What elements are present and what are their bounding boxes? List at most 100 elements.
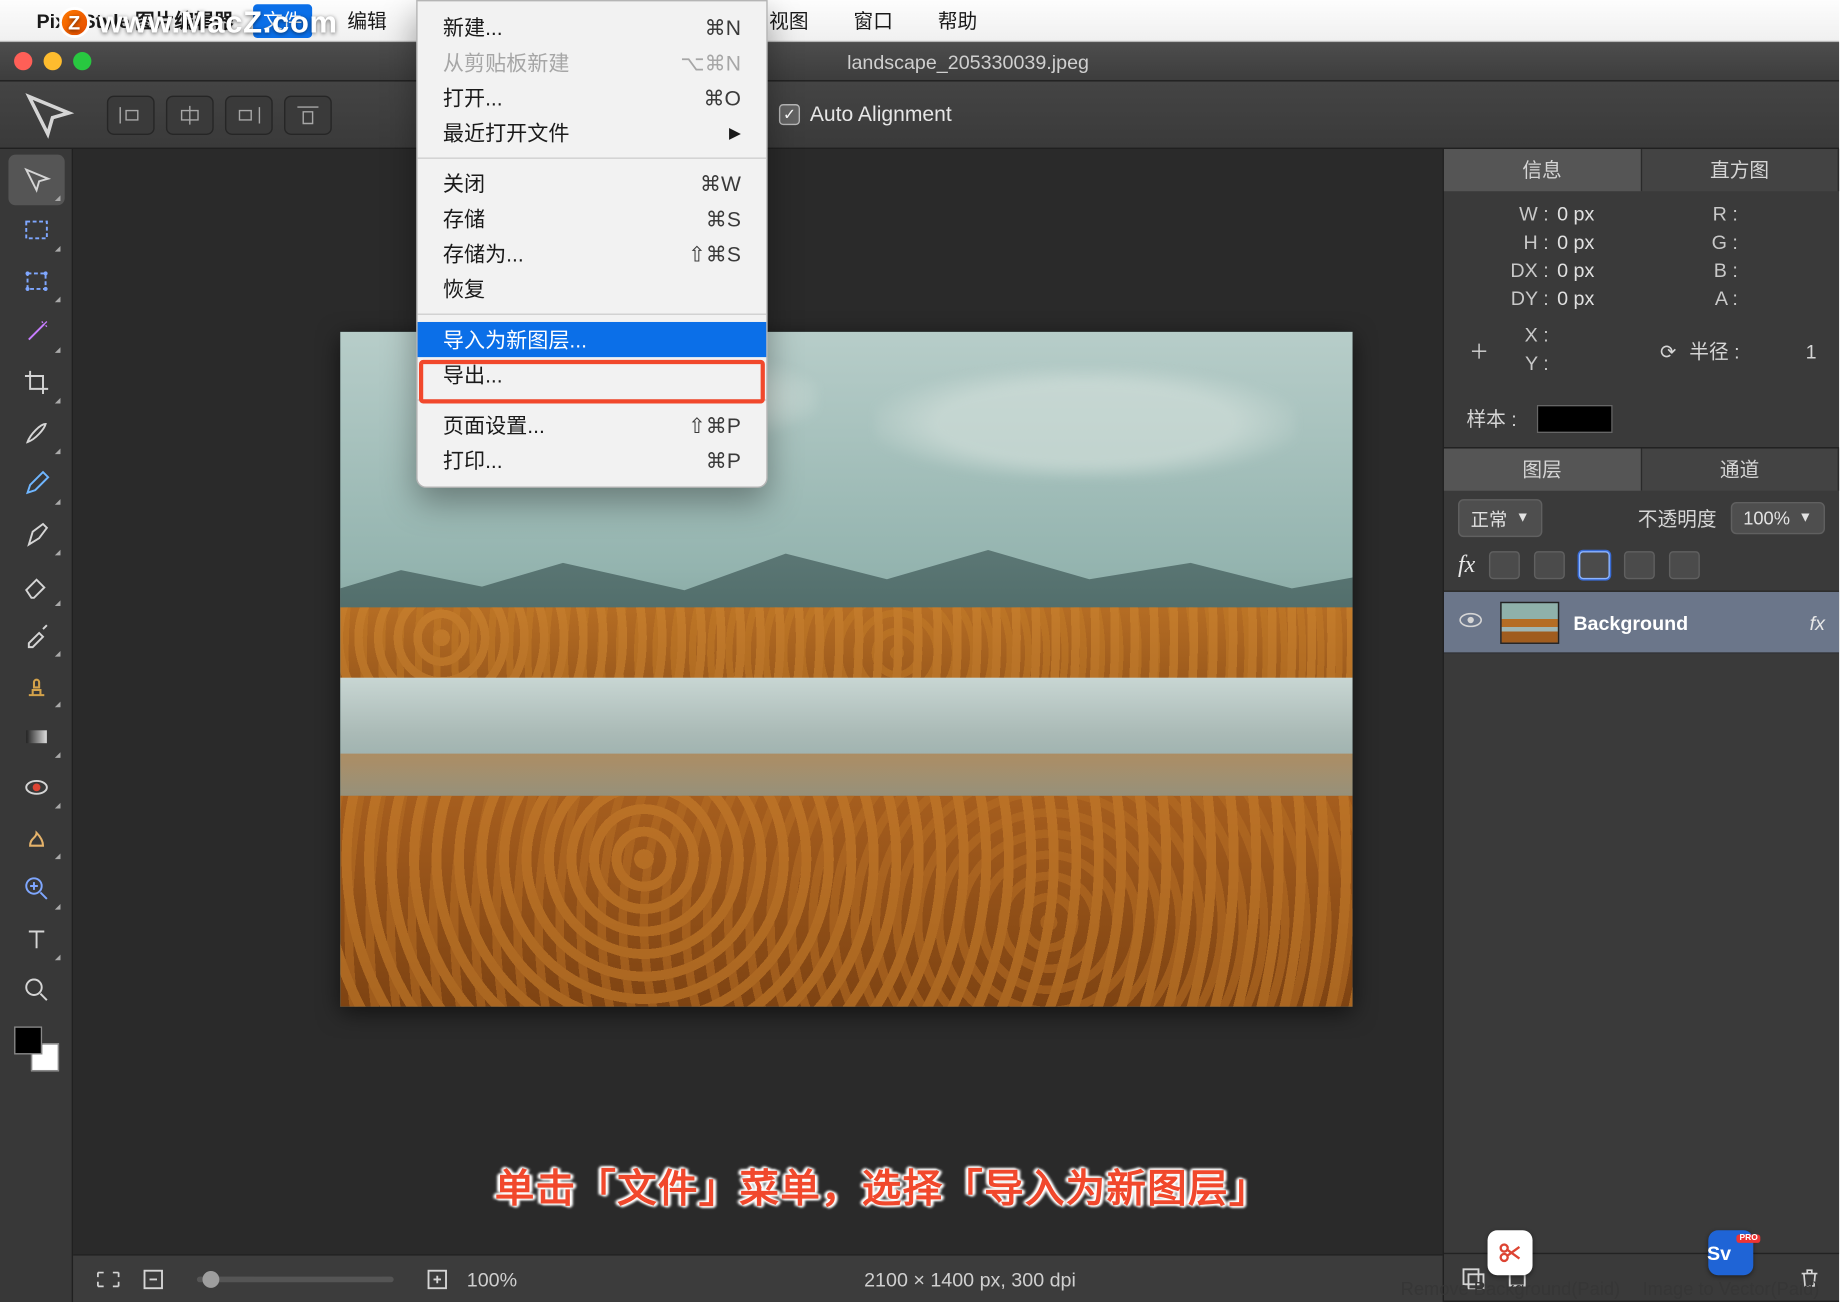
file-menu-dropdown: 新建...⌘N 从剪贴板新建⌥⌘N 打开...⌘O 最近打开文件▶ 关闭⌘W 存… — [416, 0, 768, 488]
menu-item-new-from-clipboard[interactable]: 从剪贴板新建⌥⌘N — [418, 45, 767, 80]
mask-btn-5[interactable] — [1669, 551, 1700, 579]
mask-btn-4[interactable] — [1624, 551, 1655, 579]
checkmark-icon: ✓ — [779, 104, 800, 125]
layer-row[interactable]: Background fx — [1444, 592, 1839, 654]
window-titlebar: landscape_205330039.jpeg — [0, 42, 1839, 81]
tool-column — [0, 149, 73, 1302]
crop-tool[interactable] — [8, 357, 64, 408]
blend-mode-dropdown[interactable]: 正常▼ — [1458, 499, 1542, 537]
zoom-tool[interactable] — [8, 863, 64, 914]
paid-tools-row: Remove Background(Paid) Sv Image to Vect… — [1308, 1218, 1839, 1302]
layer-list: Background fx — [1444, 592, 1839, 1253]
redeye-tool[interactable] — [8, 762, 64, 813]
chevron-down-icon: ▼ — [1516, 510, 1530, 525]
info-g — [1746, 231, 1816, 253]
fx-icon[interactable]: fx — [1458, 551, 1475, 579]
layers-panel: 图层 通道 正常▼ 不透明度 100%▼ fx — [1444, 449, 1839, 1302]
menu-item-export[interactable]: 导出... — [418, 357, 767, 392]
info-a — [1746, 287, 1816, 309]
menu-item-revert[interactable]: 恢复 — [418, 271, 767, 306]
info-h: 0 px — [1557, 231, 1627, 253]
menu-item-recent[interactable]: 最近打开文件▶ — [418, 115, 767, 150]
auto-alignment-label: Auto Alignment — [810, 103, 952, 127]
radius-label: 半径 : — [1689, 337, 1739, 365]
eraser-tool[interactable] — [8, 560, 64, 611]
align-left-button[interactable] — [107, 95, 155, 134]
stamp-tool[interactable] — [8, 661, 64, 712]
menu-item-print[interactable]: 打印...⌘P — [418, 443, 767, 478]
magnifier-tool[interactable] — [8, 965, 64, 1016]
plus-icon[interactable]: ＋ — [1466, 337, 1491, 365]
info-r — [1746, 202, 1816, 224]
pen-tool[interactable] — [8, 509, 64, 560]
info-b — [1746, 259, 1816, 281]
instruction-annotation: 单击「文件」菜单，选择「导入为新图层」 — [495, 1159, 1270, 1215]
remove-bg-label: Remove Background(Paid) — [1401, 1278, 1620, 1299]
color-swatches[interactable] — [8, 1015, 64, 1082]
minimize-window-icon[interactable] — [44, 52, 62, 70]
zoom-in-button[interactable] — [422, 1265, 453, 1293]
info-dy: 0 px — [1557, 287, 1627, 309]
status-bar: 100% 2100 × 1400 px, 300 dpi — [73, 1254, 1442, 1302]
magic-wand-tool[interactable] — [8, 307, 64, 358]
eyedropper-tool[interactable] — [8, 610, 64, 661]
menu-item-save-as[interactable]: 存储为...⇧⌘S — [418, 236, 767, 271]
menu-edit[interactable]: 编辑 — [338, 4, 397, 38]
info-panel: 信息 直方图 W :0 px H :0 px DX :0 px DY :0 px — [1444, 149, 1839, 448]
tab-channels[interactable]: 通道 — [1642, 449, 1840, 491]
menu-help[interactable]: 帮助 — [928, 4, 987, 38]
mask-btn-2[interactable] — [1534, 551, 1565, 579]
menu-window[interactable]: 窗口 — [844, 4, 903, 38]
pencil-tool[interactable] — [8, 458, 64, 509]
chevron-down-icon: ▼ — [1798, 510, 1812, 525]
menu-view[interactable]: 视图 — [759, 4, 818, 38]
submenu-arrow-icon: ▶ — [729, 124, 741, 142]
menu-item-page-setup[interactable]: 页面设置...⇧⌘P — [418, 408, 767, 443]
smudge-tool[interactable] — [8, 813, 64, 864]
tab-info[interactable]: 信息 — [1444, 149, 1642, 191]
text-tool[interactable] — [8, 914, 64, 965]
gradient-tool[interactable] — [8, 711, 64, 762]
layer-name[interactable]: Background — [1573, 611, 1795, 633]
menu-item-import-as-layer[interactable]: 导入为新图层... — [418, 322, 767, 357]
mask-btn-1[interactable] — [1489, 551, 1520, 579]
tab-histogram[interactable]: 直方图 — [1642, 149, 1840, 191]
app-window: landscape_205330039.jpeg ✓ Auto Alignmen… — [0, 42, 1839, 1302]
img-to-vector-label: Image to Vector(Paid) — [1643, 1278, 1820, 1299]
visibility-eye-icon[interactable] — [1458, 610, 1486, 634]
zoom-value: 100% — [467, 1268, 517, 1290]
info-dx: 0 px — [1557, 259, 1627, 281]
menu-item-open[interactable]: 打开...⌘O — [418, 80, 767, 115]
align-right-button[interactable] — [225, 95, 273, 134]
menu-item-close[interactable]: 关闭⌘W — [418, 166, 767, 201]
tab-layers[interactable]: 图层 — [1444, 449, 1642, 491]
info-w: 0 px — [1557, 202, 1627, 224]
transform-tool[interactable] — [8, 256, 64, 307]
menu-item-new[interactable]: 新建...⌘N — [418, 10, 767, 45]
angle-icon: ⟳ — [1656, 340, 1681, 364]
mask-btn-3[interactable] — [1579, 551, 1610, 579]
close-window-icon[interactable] — [14, 52, 32, 70]
opacity-dropdown[interactable]: 100%▼ — [1731, 502, 1825, 534]
zoom-slider[interactable] — [197, 1276, 394, 1282]
fit-screen-button[interactable] — [93, 1265, 124, 1293]
align-top-button[interactable] — [284, 95, 332, 134]
layer-fx-icon[interactable]: fx — [1810, 611, 1825, 633]
align-center-h-button[interactable] — [166, 95, 214, 134]
radius-value: 1 — [1806, 340, 1817, 362]
scissors-icon — [1488, 1230, 1533, 1275]
zoom-out-button[interactable] — [138, 1265, 169, 1293]
document-title: landscape_205330039.jpeg — [111, 50, 1825, 72]
auto-alignment-checkbox[interactable]: ✓ Auto Alignment — [779, 103, 952, 127]
brush-tool[interactable] — [8, 408, 64, 459]
zoom-window-icon[interactable] — [73, 52, 91, 70]
menu-item-save[interactable]: 存储⌘S — [418, 201, 767, 236]
rect-select-tool[interactable] — [8, 205, 64, 256]
image-to-vector-paid[interactable]: Sv Image to Vector(Paid) — [1643, 1230, 1820, 1299]
sample-swatch[interactable] — [1536, 405, 1612, 433]
remove-background-paid[interactable]: Remove Background(Paid) — [1401, 1230, 1620, 1299]
sv-icon: Sv — [1708, 1230, 1753, 1275]
layer-thumbnail — [1500, 601, 1559, 643]
move-tool[interactable] — [8, 155, 64, 206]
move-tool-indicator-icon — [20, 91, 76, 139]
